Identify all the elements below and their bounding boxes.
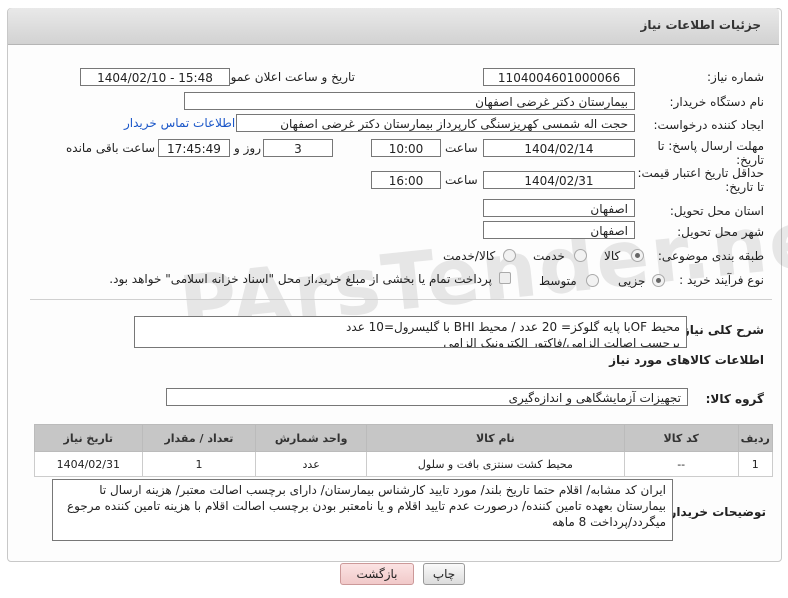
category-radio-both[interactable]	[503, 249, 516, 262]
col-header-name: نام کالا	[365, 424, 625, 452]
col-header-code: کد کالا	[623, 424, 739, 452]
col-header-need-date: تاریخ نیاز	[34, 424, 143, 452]
category-option-service: خدمت	[533, 249, 565, 263]
category-radio-goods[interactable]	[631, 249, 644, 262]
requester-label: ایجاد کننده درخواست:	[653, 118, 764, 132]
announce-label: تاریخ و ساعت اعلان عمومی:	[210, 70, 355, 84]
price-validity-label-2: تا تاریخ:	[725, 180, 764, 194]
print-button[interactable]: چاپ	[423, 563, 465, 585]
back-button[interactable]: بازگشت	[340, 563, 414, 585]
panel-title: جزئیات اطلاعات نیاز	[640, 18, 761, 32]
need-number-label: شماره نیاز:	[707, 70, 764, 84]
buyer-notes-label: توضیحات خریدار:	[664, 505, 766, 519]
summary-line-2: برچسب اصالت الزامی/فاکتور الکترونیک الزا…	[443, 336, 680, 348]
process-label: نوع فرآیند خرید :	[679, 273, 764, 287]
process-radio-minor[interactable]	[652, 274, 665, 287]
summary-line-1: محیط OFبا پایه گلوکز= 20 عدد / محیط BHI …	[346, 320, 680, 334]
cell-unit: عدد	[255, 451, 367, 477]
category-option-goods: کالا	[604, 249, 621, 263]
goods-table: ردیف کد کالا نام کالا واحد شمارش تعداد /…	[34, 424, 774, 477]
category-label: طبقه بندی موضوعی:	[657, 249, 764, 263]
remaining-time-field: 17:45:49	[158, 139, 230, 157]
city-field: اصفهان	[483, 221, 635, 239]
summary-label: شرح کلی نیاز:	[678, 323, 764, 337]
col-header-quantity: تعداد / مقدار	[141, 424, 257, 452]
category-option-both: کالا/خدمت	[443, 249, 496, 263]
table-header-row: ردیف کد کالا نام کالا واحد شمارش تعداد /…	[34, 424, 774, 452]
price-validity-date-field: 1404/02/31	[483, 171, 635, 189]
buyer-org-field: بیمارستان دکتر غرضی اصفهان	[184, 92, 635, 110]
goods-group-label: گروه کالا:	[705, 392, 764, 406]
remaining-label: ساعت باقی مانده	[66, 141, 156, 155]
buyer-notes-textarea: ایران کد مشابه/ اقلام حتما تاریخ بلند/ م…	[52, 479, 673, 541]
requester-field: حجت اله شمسی کهریزسنگی کارپرداز بیمارستا…	[236, 114, 635, 132]
treasury-payment-note: پرداخت تمام یا بخشی از مبلغ خرید،از محل …	[109, 272, 492, 286]
deadline-time-label: ساعت	[445, 141, 478, 155]
province-field: اصفهان	[483, 199, 635, 217]
panel-header: جزئیات اطلاعات نیاز	[8, 8, 779, 45]
col-header-row: ردیف	[737, 424, 774, 452]
days-label: روز و	[234, 141, 261, 155]
cell-name: محیط کشت سنتزی بافت و سلول	[365, 451, 625, 477]
goods-group-field: تجهیزات آزمایشگاهی و اندازه‌گیری	[166, 388, 688, 406]
treasury-payment-checkbox[interactable]	[499, 272, 511, 284]
process-option-medium: متوسط	[539, 274, 577, 288]
col-header-unit: واحد شمارش	[255, 424, 367, 452]
days-field: 3	[263, 139, 333, 157]
deadline-label-2: تاریخ:	[736, 153, 764, 167]
deadline-date-field: 1404/02/14	[483, 139, 635, 157]
city-label: شهر محل تحویل:	[677, 225, 764, 239]
price-validity-time-field: 16:00	[371, 171, 441, 189]
cell-quantity: 1	[141, 451, 257, 477]
summary-textarea: محیط OFبا پایه گلوکز= 20 عدد / محیط BHI …	[134, 316, 687, 348]
buyer-org-label: نام دستگاه خریدار:	[669, 95, 765, 109]
cell-code: --	[623, 451, 739, 477]
price-validity-time-label: ساعت	[445, 173, 478, 187]
province-label: استان محل تحویل:	[669, 204, 764, 218]
goods-section-title: اطلاعات کالاهای مورد نیاز	[609, 353, 764, 367]
table-row: 1 -- محیط کشت سنتزی بافت و سلول عدد 1 14…	[34, 451, 774, 477]
price-validity-label: حداقل تاریخ اعتبار قیمت:	[637, 166, 764, 180]
cell-row-number: 1	[737, 451, 774, 477]
deadline-time-field: 10:00	[371, 139, 441, 157]
need-number-field: 1104004601000066	[483, 68, 635, 86]
announce-field: 1404/02/10 - 15:48	[80, 68, 230, 86]
contact-info-link[interactable]: اطلاعات تماس خریدار	[124, 116, 235, 130]
process-radio-medium[interactable]	[586, 274, 599, 287]
cell-need-date: 1404/02/31	[34, 451, 143, 477]
category-radio-service[interactable]	[574, 249, 587, 262]
process-option-minor: جزیی	[618, 274, 646, 288]
separator	[30, 299, 772, 300]
deadline-label: مهلت ارسال پاسخ: تا	[657, 139, 764, 153]
